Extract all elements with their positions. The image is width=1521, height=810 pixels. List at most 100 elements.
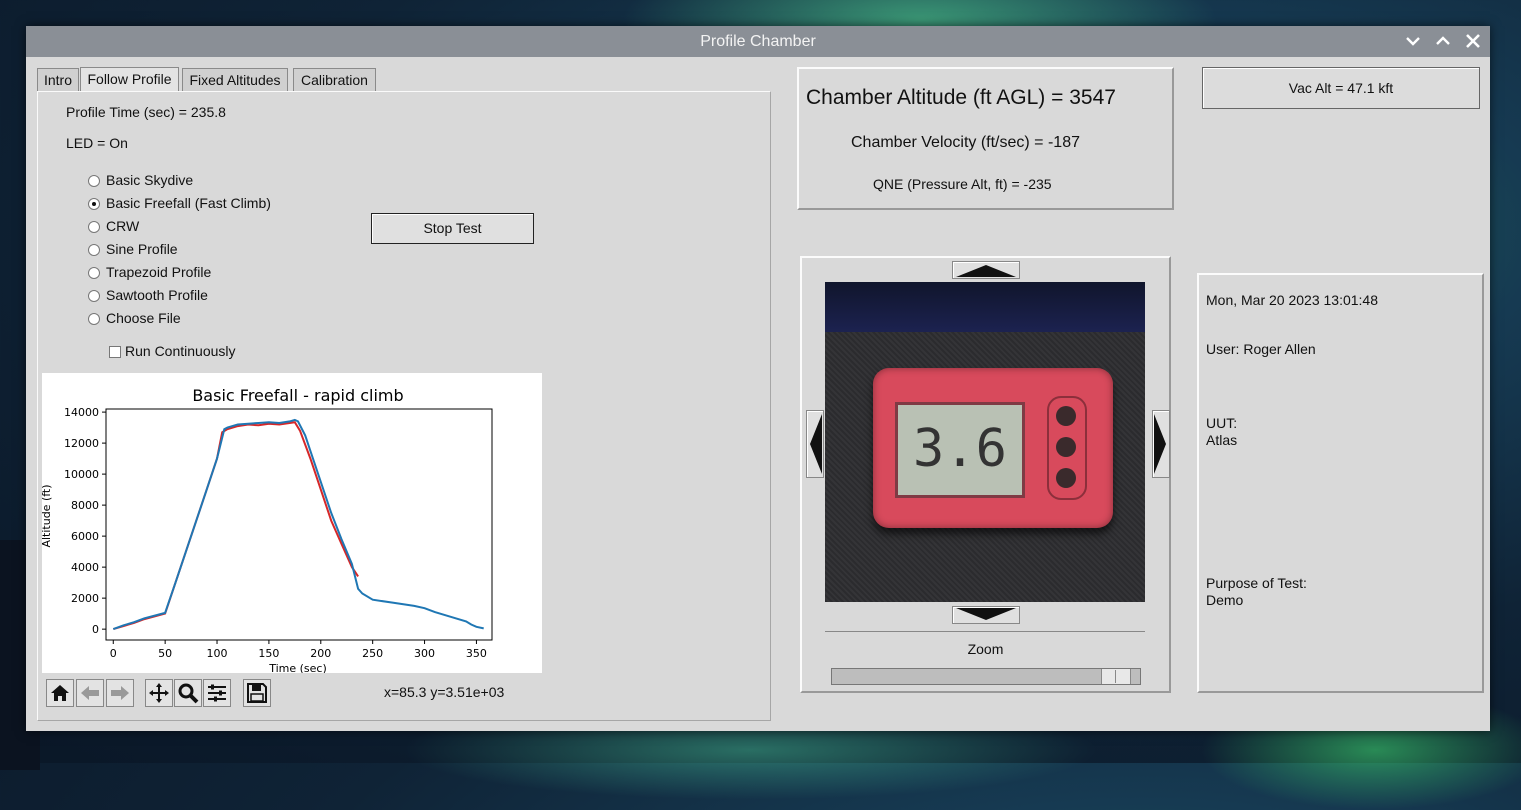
back-arrow-icon <box>81 686 99 700</box>
altimeter-button <box>1056 437 1076 457</box>
radio-label: Sawtooth Profile <box>106 287 208 303</box>
forward-arrow-icon <box>111 686 129 700</box>
radio-label: CRW <box>106 218 140 234</box>
follow-profile-panel: Profile Time (sec) = 235.8 LED = On Basi… <box>37 91 771 721</box>
minimize-button[interactable] <box>1402 30 1424 52</box>
chamber-actual-line <box>112 418 484 631</box>
pan-icon <box>149 683 169 703</box>
x-tick-label: 100 <box>207 647 228 660</box>
x-tick-label: 250 <box>362 647 383 660</box>
datetime-readout: Mon, Mar 20 2023 13:01:48 <box>1206 292 1379 308</box>
y-tick-label: 6000 <box>71 530 99 543</box>
profile-plot[interactable]: Basic Freefall - rapid climb Altitude (f… <box>40 373 542 675</box>
user-readout: User: Roger Allen <box>1206 341 1316 357</box>
maximize-button[interactable] <box>1432 30 1454 52</box>
qne-readout: QNE (Pressure Alt, ft) = -235 <box>873 176 1052 192</box>
radio-button[interactable] <box>88 221 100 233</box>
zoom-label: Zoom <box>967 641 1004 657</box>
save-figure-button[interactable] <box>243 679 271 707</box>
x-tick-label: 350 <box>466 647 487 660</box>
purpose-value: Demo <box>1206 592 1244 608</box>
triangle-down-icon <box>956 608 1016 620</box>
y-tick-label: 2000 <box>71 592 99 605</box>
altimeter-device: 3.6 <box>873 368 1113 528</box>
vac-alt-button[interactable]: Vac Alt = 47.1 kft <box>1202 67 1480 109</box>
triangle-right-icon <box>1154 414 1166 474</box>
chart-title: Basic Freefall - rapid climb <box>192 386 403 405</box>
radio-button[interactable] <box>88 290 100 302</box>
profile-time-readout: Profile Time (sec) = 235.8 <box>66 104 226 120</box>
tab-calibration[interactable]: Calibration <box>293 68 376 91</box>
chamber-readout-panel: Chamber Altitude (ft AGL) = 3547 Chamber… <box>797 67 1174 210</box>
camera-left-button[interactable] <box>806 410 824 478</box>
altimeter-value: 3.6 <box>913 419 1007 479</box>
zoom-button[interactable] <box>174 679 202 707</box>
y-tick-label: 14000 <box>64 406 99 419</box>
divider <box>825 631 1145 632</box>
zoom-slider[interactable] <box>831 668 1141 685</box>
x-tick-label: 300 <box>414 647 435 660</box>
camera-right-button[interactable] <box>1152 410 1170 478</box>
camera-down-button[interactable] <box>952 606 1020 624</box>
back-button[interactable] <box>76 679 104 707</box>
x-tick-label: 50 <box>158 647 172 660</box>
radio-label: Basic Freefall (Fast Climb) <box>106 195 271 211</box>
radio-label: Trapezoid Profile <box>106 264 212 280</box>
stop-test-button[interactable]: Stop Test <box>371 213 534 244</box>
x-tick-label: 200 <box>310 647 331 660</box>
run-continuously-checkbox[interactable] <box>109 346 121 358</box>
camera-up-button[interactable] <box>952 261 1020 279</box>
chart-ylabel: Altitude (ft) <box>42 484 53 547</box>
session-info-panel: Mon, Mar 20 2023 13:01:48 User: Roger Al… <box>1197 273 1484 693</box>
radio-button[interactable] <box>88 198 100 210</box>
radio-button[interactable] <box>88 313 100 325</box>
title-bar[interactable]: Profile Chamber <box>26 26 1490 57</box>
altimeter-button <box>1056 468 1076 488</box>
chamber-altitude-readout: Chamber Altitude (ft AGL) = 3547 <box>806 86 1116 109</box>
y-tick-label: 12000 <box>64 437 99 450</box>
save-icon <box>247 683 267 703</box>
triangle-up-icon <box>956 265 1016 277</box>
altimeter-button <box>1056 406 1076 426</box>
purpose-label: Purpose of Test: <box>1206 575 1307 591</box>
x-tick-label: 150 <box>258 647 279 660</box>
altimeter-screen: 3.6 <box>895 402 1025 498</box>
close-button[interactable] <box>1462 30 1484 52</box>
camera-feed-image: 3.6 <box>825 282 1145 602</box>
pan-button[interactable] <box>145 679 173 707</box>
radio-button[interactable] <box>88 244 100 256</box>
y-tick-label: 10000 <box>64 468 99 481</box>
profile-chamber-window: Profile Chamber Intro Follow Profile Fix… <box>26 26 1490 731</box>
configure-subplots-icon <box>208 684 226 702</box>
radio-button[interactable] <box>88 267 100 279</box>
y-tick-label: 0 <box>92 623 99 636</box>
radio-label: Choose File <box>106 310 181 326</box>
cursor-coordinates: x=85.3 y=3.51e+03 <box>384 684 505 700</box>
tab-follow-profile[interactable]: Follow Profile <box>80 67 179 92</box>
configure-subplots-button[interactable] <box>203 679 231 707</box>
led-status: LED = On <box>66 135 128 151</box>
uut-label: UUT: <box>1206 415 1238 431</box>
tab-intro[interactable]: Intro <box>37 68 79 91</box>
camera-panel: 3.6 Zoom <box>800 256 1171 693</box>
uut-value: Atlas <box>1206 432 1238 448</box>
chart-xlabel: Time (sec) <box>268 662 327 673</box>
forward-button[interactable] <box>106 679 134 707</box>
triangle-left-icon <box>810 414 822 474</box>
chevron-down-icon <box>1406 37 1420 46</box>
zoom-icon <box>178 683 199 704</box>
window-title: Profile Chamber <box>700 33 816 50</box>
y-tick-label: 4000 <box>71 561 99 574</box>
y-tick-label: 8000 <box>71 499 99 512</box>
radio-button[interactable] <box>88 175 100 187</box>
close-icon <box>1466 34 1480 48</box>
x-tick-label: 0 <box>110 647 117 660</box>
radio-label: Basic Skydive <box>106 172 194 188</box>
home-button[interactable] <box>46 679 74 707</box>
chamber-velocity-readout: Chamber Velocity (ft/sec) = -187 <box>851 134 1080 151</box>
home-icon <box>51 685 69 701</box>
tab-fixed-altitudes[interactable]: Fixed Altitudes <box>182 68 288 91</box>
zoom-slider-thumb[interactable] <box>1101 669 1131 684</box>
chevron-up-icon <box>1436 36 1450 45</box>
radio-label: Sine Profile <box>106 241 178 257</box>
